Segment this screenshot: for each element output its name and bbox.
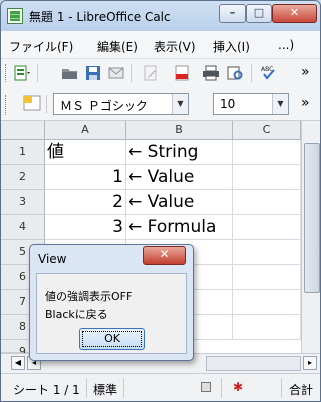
separator xyxy=(281,378,282,398)
font-name-value: ＭＳ Ｐゴシック xyxy=(60,99,148,113)
separator xyxy=(86,378,87,398)
chevron-down-icon[interactable]: ▼ xyxy=(272,94,288,114)
toolbar-overflow-icon[interactable]: » xyxy=(301,64,310,80)
dialog-close-button[interactable]: ✕ xyxy=(143,246,186,265)
separator xyxy=(123,378,124,398)
view-message-dialog: View ✕ 値の強調表示OFF Blackに戻る OK xyxy=(29,244,194,361)
title-bar: 無題 1 - LibreOffice Calc – □ ✕ xyxy=(1,1,320,31)
new-document-icon[interactable] xyxy=(13,65,31,81)
calc-window: 無題 1 - LibreOffice Calc – □ ✕ ファイル(F) 編集… xyxy=(0,0,321,402)
cell-b2[interactable]: ← Value xyxy=(126,165,233,190)
separator xyxy=(46,95,47,113)
menu-insert[interactable]: 挿入(I) xyxy=(213,38,250,55)
status-bar: シート 1 / 1 標準 ✱ 合計 xyxy=(1,373,320,401)
chevron-down-icon[interactable]: ▼ xyxy=(172,94,188,114)
styles-icon[interactable] xyxy=(23,95,41,111)
cell-c2[interactable] xyxy=(233,165,301,190)
dialog-message-line-2: Blackに戻る xyxy=(45,308,108,321)
cell-c4[interactable] xyxy=(233,215,301,240)
cell-a3[interactable]: 2 xyxy=(45,190,126,215)
cell-a1[interactable]: 値 xyxy=(45,140,126,165)
cell-c1[interactable] xyxy=(233,140,301,165)
cell-a2[interactable]: 1 xyxy=(45,165,126,190)
dialog-body: 値の強調表示OFF Blackに戻る OK xyxy=(36,273,187,354)
page-style[interactable]: 標準 xyxy=(93,381,117,398)
scroll-right-button[interactable]: ▸ xyxy=(303,356,317,370)
column-header-b[interactable]: B xyxy=(126,121,233,140)
cell-c5[interactable] xyxy=(233,240,301,265)
font-size-combo[interactable]: 10 ▼ xyxy=(213,93,289,115)
cell-c8[interactable] xyxy=(233,315,301,340)
open-folder-icon[interactable] xyxy=(61,65,79,81)
dialog-title: View xyxy=(38,252,67,266)
select-all-corner[interactable] xyxy=(1,121,45,140)
document-modified-icon: ✱ xyxy=(233,380,244,394)
print-icon[interactable] xyxy=(202,65,220,81)
vertical-scroll-thumb[interactable] xyxy=(304,143,320,293)
minimize-button[interactable]: – xyxy=(219,4,246,23)
close-icon: ✕ xyxy=(289,6,300,19)
calc-app-icon xyxy=(7,8,23,24)
menu-file[interactable]: ファイル(F) xyxy=(9,38,73,55)
row-header[interactable]: 2 xyxy=(1,165,45,190)
print-preview-icon[interactable] xyxy=(226,65,244,81)
window-title: 無題 1 - LibreOffice Calc xyxy=(29,10,171,24)
cell-c6[interactable] xyxy=(233,265,301,290)
row-header[interactable]: 1 xyxy=(1,140,45,165)
formatting-toolbar: ＭＳ Ｐゴシック ▼ 10 ▼ » xyxy=(1,87,320,121)
export-pdf-icon[interactable] xyxy=(173,65,191,81)
menu-more[interactable]: ...) xyxy=(278,38,294,52)
menu-edit[interactable]: 編集(E) xyxy=(97,38,138,55)
cell-b4[interactable]: ← Formula xyxy=(126,215,233,240)
sum-indicator: 合計 xyxy=(289,383,314,397)
separator xyxy=(251,64,252,82)
standard-toolbar: ABC » xyxy=(1,59,320,87)
close-icon: ✕ xyxy=(159,247,170,261)
row-header[interactable]: 4 xyxy=(1,215,45,240)
separator xyxy=(37,64,38,82)
ok-button[interactable]: OK xyxy=(79,328,145,350)
maximize-icon: □ xyxy=(253,6,265,19)
toolbar-grip[interactable] xyxy=(5,64,8,82)
minimize-icon: – xyxy=(229,6,236,19)
edit-file-icon[interactable] xyxy=(142,65,160,81)
save-icon[interactable] xyxy=(84,65,102,81)
column-header-a[interactable]: A xyxy=(45,121,126,140)
font-size-value: 10 xyxy=(220,97,236,111)
first-sheet-button[interactable]: ◀ xyxy=(11,356,25,370)
separator xyxy=(221,378,222,398)
cell-b1[interactable]: ← String xyxy=(126,140,233,165)
focus-ring xyxy=(82,331,142,347)
cell-c7[interactable] xyxy=(233,290,301,315)
selection-mode-icon[interactable] xyxy=(201,382,211,392)
horizontal-scrollbar[interactable] xyxy=(206,356,301,371)
menu-view[interactable]: 表示(V) xyxy=(154,38,196,55)
column-header-c[interactable]: C xyxy=(233,121,301,140)
cell-b3[interactable]: ← Value xyxy=(126,190,233,215)
cell-c3[interactable] xyxy=(233,190,301,215)
sheet-indicator: シート 1 / 1 xyxy=(13,383,80,397)
email-icon[interactable] xyxy=(107,65,125,81)
spellcheck-icon[interactable]: ABC xyxy=(260,64,278,80)
maximize-button[interactable]: □ xyxy=(246,4,272,23)
close-button[interactable]: ✕ xyxy=(272,4,317,23)
toolbar-grip[interactable] xyxy=(5,95,8,115)
row-header[interactable]: 3 xyxy=(1,190,45,215)
toolbar-overflow-icon[interactable]: » xyxy=(301,95,310,111)
dialog-message-line-1: 値の強調表示OFF xyxy=(45,290,133,303)
menu-bar: ファイル(F) 編集(E) 表示(V) 挿入(I) ...) xyxy=(1,31,320,59)
separator xyxy=(131,64,132,82)
font-name-combo[interactable]: ＭＳ Ｐゴシック ▼ xyxy=(53,93,189,115)
cell-a4[interactable]: 3 xyxy=(45,215,126,240)
vertical-scrollbar[interactable] xyxy=(301,121,320,353)
